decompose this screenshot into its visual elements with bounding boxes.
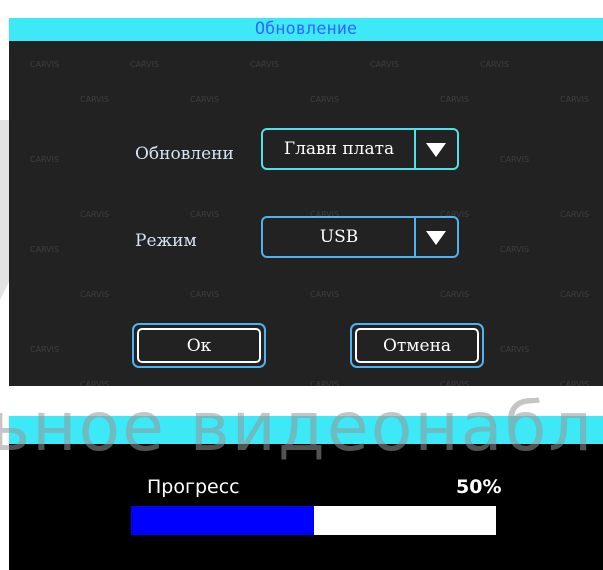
progress-panel: Прогресс 50%	[9, 416, 603, 570]
progress-bar	[131, 506, 496, 535]
chevron-down-icon[interactable]	[425, 230, 447, 246]
select-divider	[414, 130, 416, 168]
progress-percent: 50%	[456, 476, 502, 498]
update-target-select[interactable]: Главн плата	[261, 128, 459, 170]
select-divider	[414, 218, 416, 256]
cancel-button-label: Отмена	[355, 328, 479, 363]
dialog-title: Обновление	[254, 19, 358, 39]
progress-fill	[131, 506, 314, 535]
update-dialog: Обновление Обновлени Главн плата Режим U…	[9, 18, 603, 386]
mode-select[interactable]: USB	[261, 216, 459, 258]
cancel-button[interactable]: Отмена	[350, 323, 484, 368]
update-target-label: Обновлени	[135, 144, 234, 164]
progress-header-bar	[9, 416, 603, 444]
dialog-titlebar: Обновление	[9, 18, 603, 41]
mode-value: USB	[319, 227, 359, 247]
ok-button[interactable]: Ок	[132, 323, 266, 368]
progress-label: Прогресс	[147, 476, 240, 498]
chevron-down-icon[interactable]	[425, 142, 447, 158]
ok-button-label: Ок	[137, 328, 261, 363]
update-target-value: Главн плата	[283, 139, 395, 159]
mode-label: Режим	[135, 231, 197, 251]
